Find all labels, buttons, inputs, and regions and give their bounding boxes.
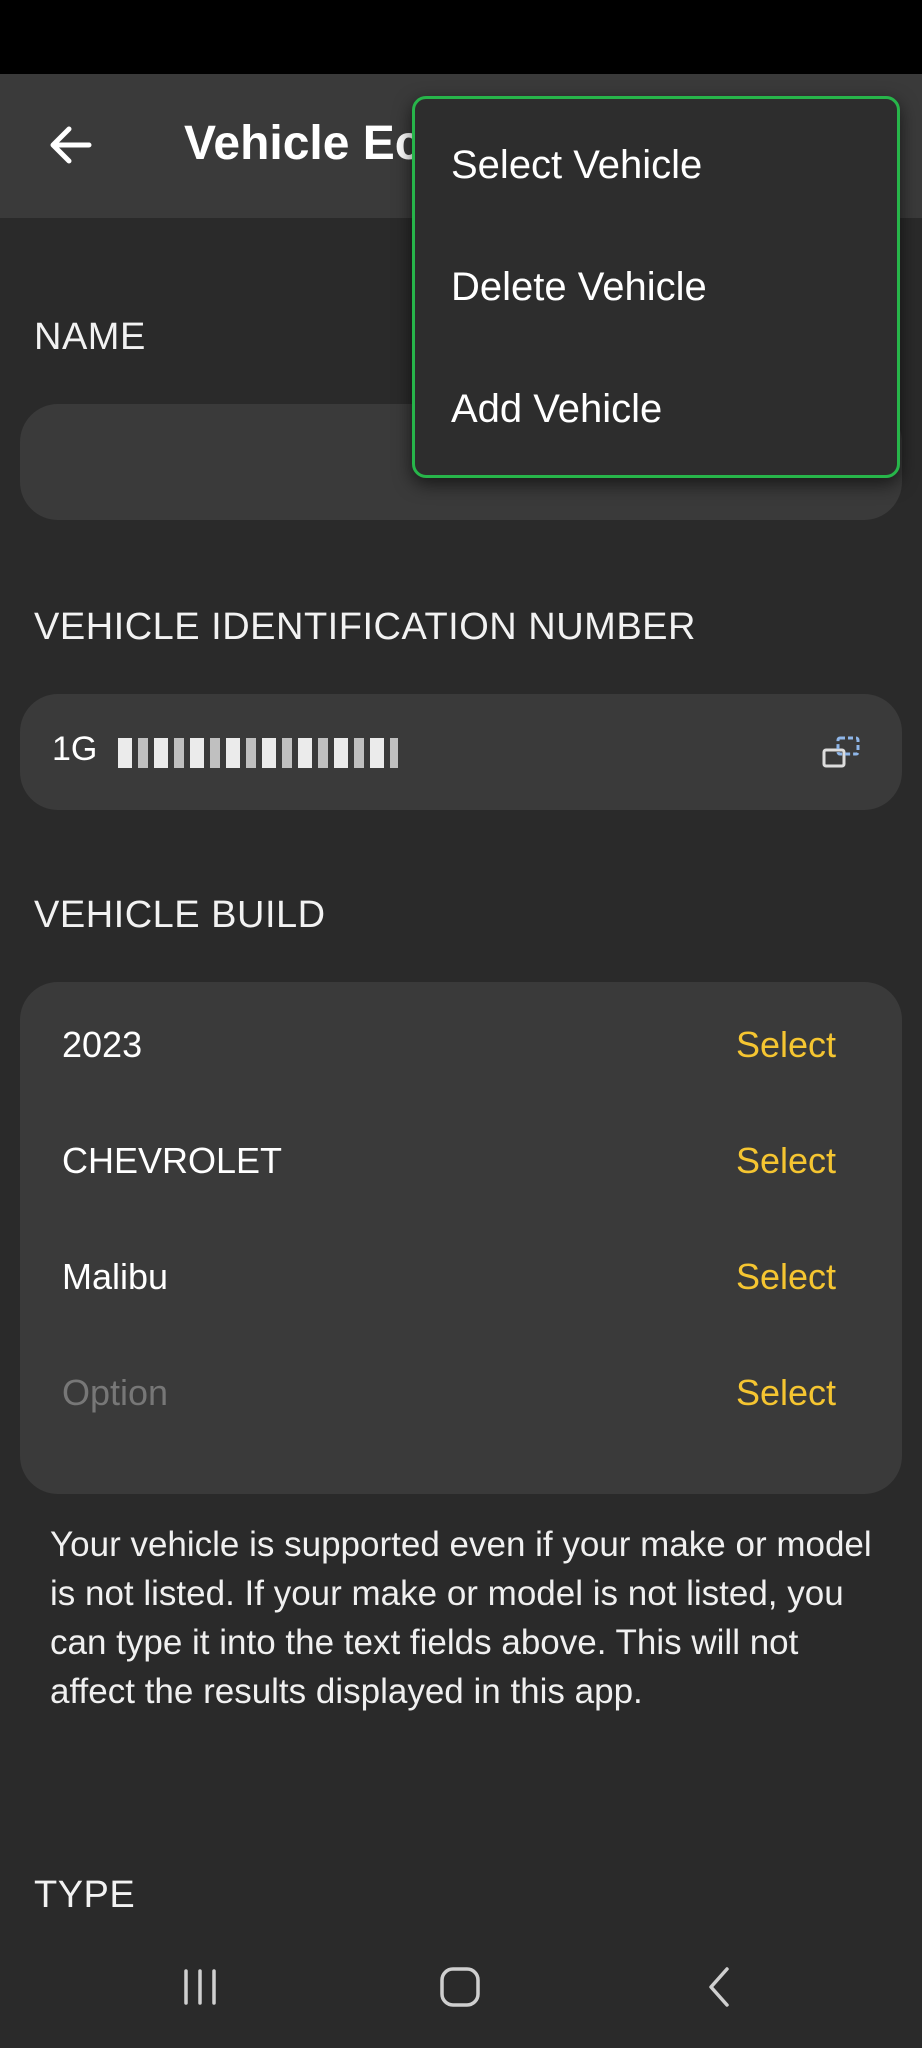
copy-button[interactable]	[820, 732, 864, 772]
chevron-left-icon	[709, 1967, 729, 2007]
home-button[interactable]	[420, 1952, 500, 2022]
select-model-button[interactable]: Select	[736, 1256, 836, 1298]
overflow-menu: Select Vehicle Delete Vehicle Add Vehicl…	[412, 96, 900, 478]
recent-apps-icon	[184, 1969, 216, 2005]
page-title: Vehicle Ec	[184, 117, 422, 170]
build-row-year: 2023 Select	[20, 1006, 902, 1086]
name-label: NAME	[34, 316, 146, 358]
build-model-value[interactable]: Malibu	[62, 1256, 168, 1298]
build-year-value[interactable]: 2023	[62, 1024, 142, 1066]
build-row-option: Option Select	[20, 1354, 902, 1434]
status-bar	[0, 0, 922, 74]
select-option-button[interactable]: Select	[736, 1372, 836, 1414]
select-year-button[interactable]: Select	[736, 1024, 836, 1066]
home-icon	[440, 1967, 480, 2007]
recent-apps-button[interactable]	[160, 1952, 240, 2022]
build-option-placeholder[interactable]: Option	[62, 1372, 168, 1414]
vin-value: 1G	[52, 730, 98, 768]
menu-item-label: Select Vehicle	[451, 143, 703, 187]
menu-item-delete-vehicle[interactable]: Delete Vehicle	[415, 229, 897, 351]
menu-item-add-vehicle[interactable]: Add Vehicle	[415, 351, 897, 473]
support-info-text: Your vehicle is supported even if your m…	[50, 1525, 872, 1711]
menu-item-label: Add Vehicle	[451, 387, 663, 431]
vin-redacted	[118, 738, 398, 768]
build-row-make: CHEVROLET Select	[20, 1122, 902, 1202]
type-label: TYPE	[34, 1874, 136, 1916]
select-make-button[interactable]: Select	[736, 1140, 836, 1182]
menu-item-label: Delete Vehicle	[451, 265, 707, 309]
menu-item-select-vehicle[interactable]: Select Vehicle	[415, 107, 897, 229]
copy-icon	[822, 736, 860, 768]
build-make-value[interactable]: CHEVROLET	[62, 1140, 282, 1182]
build-row-model: Malibu Select	[20, 1238, 902, 1318]
arrow-left-icon	[50, 126, 92, 164]
vin-label: VEHICLE IDENTIFICATION NUMBER	[34, 606, 696, 648]
back-button[interactable]	[40, 110, 100, 180]
vehicle-build-label: VEHICLE BUILD	[34, 894, 326, 936]
vehicle-build-card: 2023 Select CHEVROLET Select Malibu Sele…	[20, 982, 902, 1494]
back-nav-button[interactable]	[678, 1952, 758, 2022]
